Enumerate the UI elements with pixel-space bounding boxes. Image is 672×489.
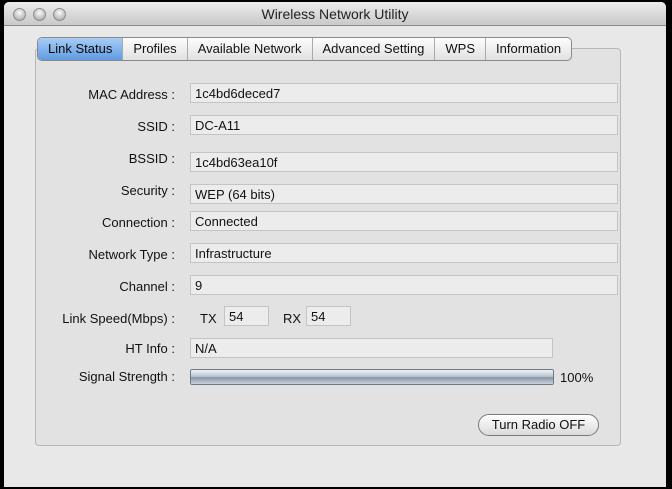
security-label: Security :	[120, 183, 175, 198]
tab-link-status[interactable]: Link Status	[38, 38, 124, 60]
security-field: WEP (64 bits)	[190, 184, 618, 204]
signal-strength-fill	[191, 370, 553, 384]
tx-label: TX	[200, 311, 217, 326]
signal-strength-percent: 100%	[560, 370, 594, 385]
ssid-field: DC-A11	[190, 115, 618, 135]
tab-profiles[interactable]: Profiles	[123, 38, 188, 60]
rx-field: 54	[306, 306, 351, 326]
app-window: Wireless Network Utility Link Status Pro…	[4, 2, 666, 487]
tab-available-network[interactable]: Available Network	[188, 38, 313, 60]
connection-label: Connection :	[102, 215, 175, 230]
link-speed-label: Link Speed(Mbps) :	[62, 311, 175, 326]
tab-advanced-setting[interactable]: Advanced Setting	[313, 38, 436, 60]
signal-strength-label: Signal Strength :	[78, 369, 175, 384]
turn-radio-off-button[interactable]: Turn Radio OFF	[478, 414, 599, 436]
tab-wps[interactable]: WPS	[435, 38, 487, 60]
tab-information[interactable]: Information	[486, 38, 571, 60]
ssid-label: SSID :	[137, 119, 175, 134]
bssid-field: 1c4bd63ea10f	[190, 152, 618, 172]
rx-label: RX	[283, 311, 302, 326]
network-type-field: Infrastructure	[190, 243, 618, 263]
tab-bar: Link Status Profiles Available Network A…	[37, 37, 573, 61]
channel-field: 9	[190, 275, 618, 295]
window-title: Wireless Network Utility	[261, 6, 409, 22]
network-type-label: Network Type :	[88, 247, 175, 262]
ht-info-field: N/A	[190, 338, 553, 358]
bssid-label: BSSID :	[128, 151, 175, 166]
tx-field: 54	[224, 306, 269, 326]
ht-info-label: HT Info :	[125, 341, 175, 356]
title-bar[interactable]: Wireless Network Utility	[4, 2, 666, 26]
mac-address-label: MAC Address :	[88, 87, 175, 102]
channel-label: Channel :	[119, 279, 175, 294]
signal-strength-bar	[190, 369, 554, 385]
mac-address-field: 1c4bd6deced7	[190, 83, 618, 103]
connection-field: Connected	[190, 211, 618, 231]
